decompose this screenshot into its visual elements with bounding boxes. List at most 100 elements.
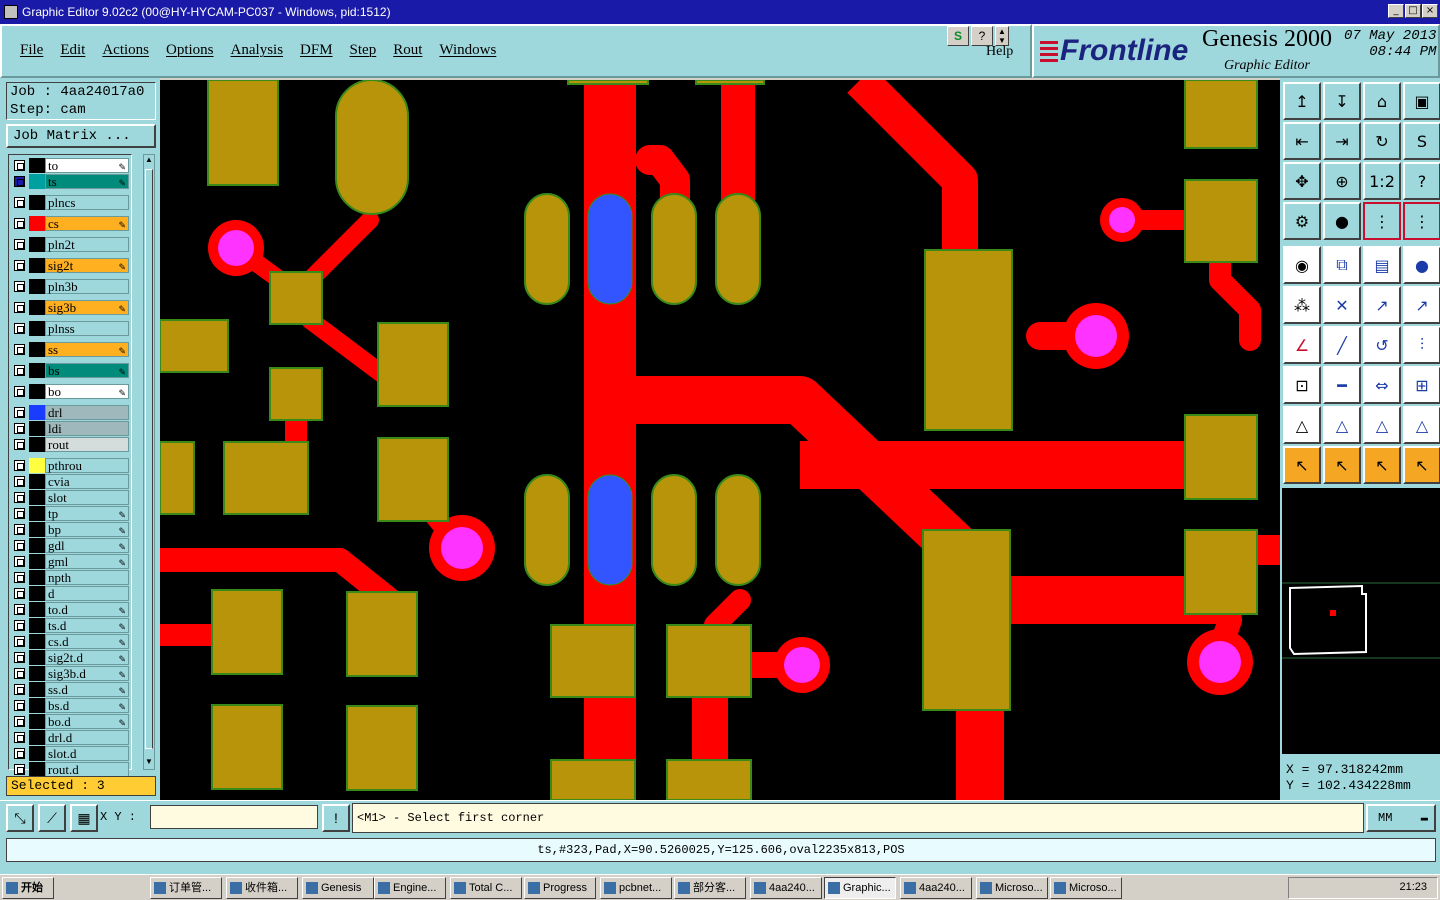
layer-color-swatch[interactable] [29,490,45,505]
menu-file[interactable]: File [20,42,43,59]
layer-checkbox[interactable] [14,508,25,519]
layer-color-swatch[interactable] [29,506,45,521]
layer-row-slot-d[interactable]: slot.d [11,746,129,761]
menu-edit[interactable]: Edit [60,42,85,59]
exclamation-icon[interactable]: ! [322,804,350,832]
layer-color-swatch[interactable] [29,618,45,633]
layer-row-plnss[interactable]: plnss [11,321,129,336]
layer-name[interactable]: slot [45,490,129,505]
rectangle-icon[interactable]: ⧉ [1323,246,1361,284]
layer-color-swatch[interactable] [29,554,45,569]
layer-name[interactable]: pln3b [45,279,129,294]
layer-name[interactable]: ldi [45,421,129,436]
scroll-down-icon[interactable]: ▼ [144,757,154,769]
layer-row-gml[interactable]: gml ✎ [11,554,129,569]
probe-icon[interactable]: ● [1323,202,1361,240]
layer-row-ss[interactable]: ss ✎ [11,342,129,357]
layer-checkbox[interactable] [14,365,25,376]
stretch-icon[interactable]: ⇔ [1363,366,1401,404]
undo-icon[interactable]: ↻ [1363,122,1401,160]
help-icon[interactable]: ? [971,26,993,46]
xy-input[interactable] [150,805,318,829]
layer-row-plncs[interactable]: plncs [11,195,129,210]
layer-color-swatch[interactable] [29,586,45,601]
layer-name[interactable]: bo ✎ [45,384,129,399]
layer-name[interactable]: rout.d [45,762,129,777]
layer-name[interactable]: ss ✎ [45,342,129,357]
layer-row-d[interactable]: d [11,586,129,601]
layer-row-sig3b[interactable]: sig3b ✎ [11,300,129,315]
layer-checkbox[interactable] [14,764,25,775]
help-menu[interactable]: Help [986,44,1013,60]
layer-color-swatch[interactable] [29,216,45,231]
scroll-up-icon[interactable]: ▲ [144,155,154,167]
layer-name[interactable]: bo.d ✎ [45,714,129,729]
triangle-2-icon[interactable]: △ [1323,406,1361,444]
layer-row-tp[interactable]: tp ✎ [11,506,129,521]
layer-row-bo[interactable]: bo ✎ [11,384,129,399]
circle-icon[interactable]: ● [1403,246,1440,284]
select-mode-icon[interactable]: ⋮ [1363,202,1401,240]
layer-checkbox[interactable] [14,407,25,418]
layer-checkbox[interactable] [14,302,25,313]
diagonal-icon[interactable]: ╱ [1323,326,1361,364]
layer-name[interactable]: sig3b.d ✎ [45,666,129,681]
taskbar-item[interactable]: Genesis [302,877,374,899]
properties-icon[interactable]: ⚙ [1283,202,1321,240]
layer-checkbox[interactable] [14,636,25,647]
shift-left-icon[interactable]: ⇤ [1283,122,1321,160]
layer-checkbox[interactable] [14,684,25,695]
graphic-canvas[interactable] [160,80,1280,800]
layer-color-swatch[interactable] [29,634,45,649]
layer-row-to[interactable]: to ✎ [11,158,129,173]
layer-row-sig2t-d[interactable]: sig2t.d ✎ [11,650,129,665]
layer-checkbox[interactable] [14,160,25,171]
layer-color-swatch[interactable] [29,321,45,336]
measure-icon[interactable]: ⟋ [38,804,66,832]
layer-color-swatch[interactable] [29,714,45,729]
menu-dfm[interactable]: DFM [300,42,333,59]
snap-icon[interactable]: S [947,26,969,46]
arrow-icon[interactable]: ↗ [1403,286,1440,324]
layer-color-swatch[interactable] [29,762,45,777]
layer-name[interactable]: sig2t ✎ [45,258,129,273]
layer-name[interactable]: sig2t.d ✎ [45,650,129,665]
nodes-icon[interactable]: ⁂ [1283,286,1321,324]
layer-checkbox[interactable] [14,700,25,711]
layer-name[interactable]: drl [45,405,129,420]
layer-row-bo-d[interactable]: bo.d ✎ [11,714,129,729]
swap-icon[interactable]: S [1403,122,1440,160]
layer-checkbox[interactable] [14,732,25,743]
layer-row-rout[interactable]: rout [11,437,129,452]
layer-name[interactable]: pln2t [45,237,129,252]
layer-name[interactable]: to ✎ [45,158,129,173]
layer-checkbox[interactable] [14,748,25,759]
layer-row-sig3b-d[interactable]: sig3b.d ✎ [11,666,129,681]
layer-color-swatch[interactable] [29,474,45,489]
units-selector[interactable]: MM ▬ [1366,804,1436,832]
layer-checkbox[interactable] [14,197,25,208]
layer-color-swatch[interactable] [29,746,45,761]
taskbar-item[interactable]: Graphic... [824,877,896,899]
layer-name[interactable]: npth [45,570,129,585]
triangle-3-icon[interactable]: △ [1363,406,1401,444]
page-up-icon[interactable]: ↥ [1283,82,1321,120]
window-icon[interactable]: ▣ [1403,82,1440,120]
layer-scrollbar[interactable]: ▲ ▼ [143,154,155,770]
layer-checkbox[interactable] [14,524,25,535]
layer-name[interactable]: ss.d ✎ [45,682,129,697]
layer-color-swatch[interactable] [29,698,45,713]
layer-row-sig2t[interactable]: sig2t ✎ [11,258,129,273]
layer-checkbox[interactable] [14,716,25,727]
layer-name[interactable]: plncs [45,195,129,210]
layer-name[interactable]: to.d ✎ [45,602,129,617]
line-icon[interactable]: ↗ [1363,286,1401,324]
layer-row-drl-d[interactable]: drl.d [11,730,129,745]
layer-name[interactable]: drl.d [45,730,129,745]
layer-color-swatch[interactable] [29,363,45,378]
layer-color-swatch[interactable] [29,602,45,617]
taskbar-item[interactable]: 收件箱... [226,877,298,899]
layer-color-swatch[interactable] [29,158,45,173]
layer-color-swatch[interactable] [29,682,45,697]
scroll-arrows-icon[interactable]: ▲ ▼ [995,26,1009,46]
